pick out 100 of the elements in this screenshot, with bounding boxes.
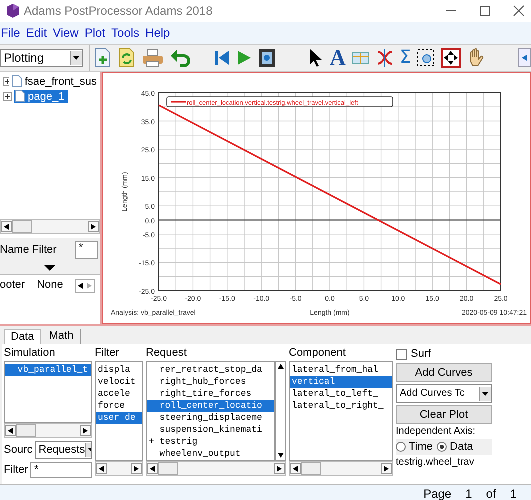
page-back-icon[interactable] [517, 48, 531, 68]
menu-item[interactable]: Help [146, 26, 170, 40]
list-item[interactable]: lateral_from_hal [290, 364, 392, 376]
list-item[interactable]: + testrig [147, 436, 274, 448]
menu-item[interactable]: Plot [84, 26, 106, 40]
tree-item[interactable]: page_1 [14, 90, 68, 103]
list-item[interactable]: vertical [290, 376, 392, 388]
radio-option[interactable]: Data [437, 441, 474, 453]
vertical-scrollbar[interactable] [275, 361, 286, 461]
horizontal-scrollbar[interactable] [289, 461, 393, 476]
text-tool-icon[interactable]: A [330, 48, 346, 68]
scroll-right-icon[interactable] [83, 428, 88, 434]
scroll-right-icon[interactable] [91, 224, 96, 230]
list-item[interactable]: right_tire_forces [147, 388, 274, 400]
list-item[interactable]: lateral_to_left_ [290, 388, 392, 400]
scroll-left-icon[interactable] [150, 466, 155, 472]
page-number: 1 [466, 487, 472, 500]
curve-name: testrig.wheel_trav [396, 457, 476, 468]
scroll-up-icon[interactable] [278, 364, 284, 369]
scroll-left-icon[interactable] [78, 283, 84, 289]
sum-tool-icon[interactable]: Σ [400, 48, 412, 68]
list-item[interactable]: wheelenv_output [147, 448, 274, 460]
menu-item[interactable]: View [53, 26, 79, 40]
clear-plot-button[interactable]: Clear Plot [396, 405, 492, 424]
list-item[interactable]: velocit [96, 376, 142, 388]
surf-checkbox[interactable] [396, 348, 407, 360]
list-item[interactable]: accele [96, 388, 142, 400]
list-item[interactable]: vb_parallel_t [5, 364, 91, 376]
name-filter-label: Name Filter [0, 244, 57, 256]
list-item[interactable]: force [96, 400, 142, 412]
scroll-left-icon[interactable] [99, 466, 104, 472]
document-icon [15, 90, 26, 103]
name-filter-field[interactable]: * [75, 241, 98, 259]
new-page-icon[interactable] [94, 48, 112, 68]
menu-item[interactable]: Tools [112, 26, 140, 40]
down-arrow-icon [44, 265, 56, 271]
source-label: Sourc [4, 444, 33, 456]
document-icon [12, 75, 23, 88]
list-item[interactable]: lateral_to_right_ [290, 400, 392, 412]
scroll-left-icon[interactable] [4, 224, 9, 230]
dropdown-arrow-icon [73, 56, 80, 60]
list-item[interactable]: user de [96, 412, 142, 424]
undo-icon[interactable] [170, 48, 192, 68]
scroll-thumb[interactable] [301, 462, 321, 475]
zoom-box-icon[interactable] [417, 49, 436, 67]
mode-dropdown[interactable]: Plotting [0, 49, 83, 67]
scroll-down-icon[interactable] [278, 453, 284, 458]
close-icon[interactable] [513, 5, 525, 17]
filter-field[interactable]: * [30, 462, 92, 478]
menu-item[interactable]: Edit [26, 26, 48, 40]
scroll-thumb[interactable] [158, 462, 178, 475]
list-item[interactable]: suspension_kinemati [147, 424, 274, 436]
panel-splitter[interactable] [0, 262, 100, 275]
select-arrow-icon[interactable] [308, 48, 324, 68]
list-item[interactable]: steering_displaceme [147, 412, 274, 424]
filter-label: Filter [4, 464, 28, 476]
app-logo-icon [6, 4, 20, 18]
play-icon[interactable] [236, 49, 252, 67]
scroll-left-icon[interactable] [8, 428, 13, 434]
scroll-right-icon[interactable] [134, 466, 139, 472]
list-item[interactable]: rer_retract_stop_da [147, 364, 274, 376]
printer-icon[interactable] [142, 48, 164, 68]
film-icon[interactable] [258, 48, 276, 68]
source-dropdown[interactable]: Requests [34, 441, 92, 459]
scroll-right-icon[interactable] [384, 466, 389, 472]
add-curves-button[interactable]: Add Curves [396, 363, 492, 382]
list-item[interactable]: roll_center_locatio [147, 400, 274, 412]
scroll-thumb[interactable] [16, 424, 36, 437]
independent-axis-label: Independent Axis: [396, 426, 477, 437]
menu-item[interactable]: File [1, 26, 20, 40]
filter-list-label: Filter [95, 347, 120, 361]
tab[interactable]: Data [4, 329, 42, 344]
page-total: 1 [510, 487, 517, 500]
of-label: of [486, 487, 496, 500]
fit-icon[interactable] [441, 48, 462, 68]
request-label: Request [146, 347, 188, 361]
column-value: None [37, 279, 64, 291]
scroll-right-icon[interactable] [277, 466, 282, 472]
component-label: Component [289, 347, 347, 361]
column-label: ooter [0, 279, 26, 291]
list-item[interactable]: right_hub_forces [147, 376, 274, 388]
radio-option[interactable]: Time [396, 441, 434, 453]
add-curves-to-dropdown[interactable]: Add Curves Tc [396, 384, 492, 403]
curve-icon[interactable] [376, 48, 394, 68]
scroll-left-icon[interactable] [293, 466, 298, 472]
skip-to-start-icon[interactable] [214, 49, 230, 67]
dropdown-arrow-icon [482, 392, 489, 396]
horizontal-scrollbar[interactable] [0, 219, 100, 234]
horizontal-scrollbar[interactable] [95, 461, 143, 476]
expand-icon[interactable] [3, 92, 12, 101]
maximize-icon[interactable] [479, 5, 491, 17]
horizontal-scrollbar[interactable] [146, 461, 286, 476]
horizontal-scrollbar[interactable] [4, 423, 92, 438]
refresh-page-icon[interactable] [118, 48, 136, 68]
expand-icon[interactable] [3, 77, 9, 86]
tree-item[interactable]: fsae_front_sus [10, 75, 100, 88]
list-item[interactable]: displa [96, 364, 142, 376]
simulation-label: Simulation [4, 347, 56, 361]
horizontal-scrollbar[interactable] [75, 279, 96, 293]
scroll-thumb[interactable] [12, 220, 32, 233]
